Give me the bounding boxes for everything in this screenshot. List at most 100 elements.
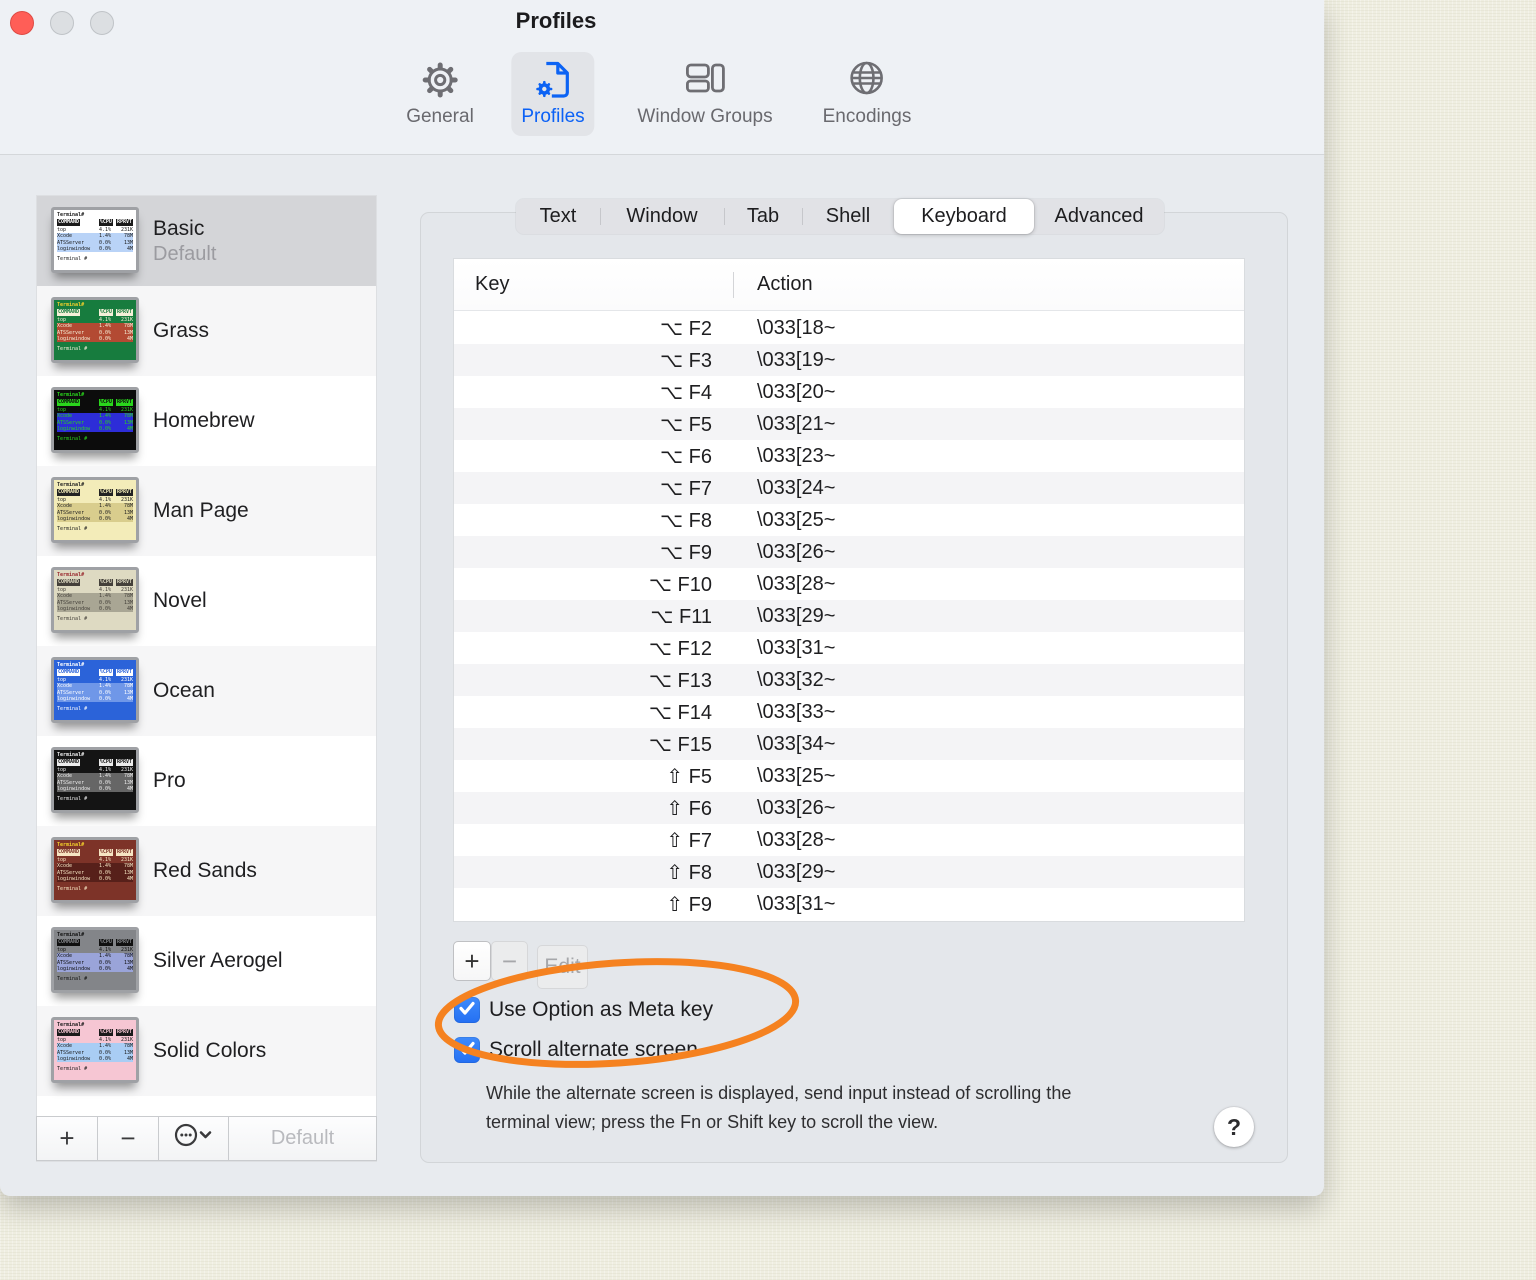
table-row[interactable]: ⌥ F5 \033[21~ bbox=[454, 408, 1244, 440]
key-cell: ⌥ F4 bbox=[660, 381, 712, 404]
edit-key-button[interactable]: Edit bbox=[537, 945, 588, 989]
thumbnail-row: loginwindow 0.0% 4M bbox=[57, 1056, 133, 1063]
table-row[interactable]: ⌥ F10 \033[28~ bbox=[454, 568, 1244, 600]
profile-list-item[interactable]: Terminal# COMMAND %CPU RPRVT top 4.1% 231K… bbox=[37, 556, 376, 646]
profile-list-item[interactable]: Terminal# COMMAND %CPU RPRVT top 4.1% 231K… bbox=[37, 286, 376, 376]
table-row[interactable]: ⌥ F9 \033[26~ bbox=[454, 536, 1244, 568]
profile-list-item[interactable]: Terminal# COMMAND %CPU RPRVT top 4.1% 231K… bbox=[37, 466, 376, 556]
profile-list-item[interactable]: Terminal# COMMAND %CPU RPRVT top 4.1% 231K… bbox=[37, 736, 376, 826]
window-title: Profiles bbox=[515, 8, 597, 33]
table-row[interactable]: ⌥ F11 \033[29~ bbox=[454, 600, 1244, 632]
scroll-alternate-screen-checkbox[interactable]: Scroll alternate screen bbox=[454, 1037, 698, 1063]
checkbox-checked[interactable] bbox=[454, 1037, 480, 1063]
action-cell: \033[28~ bbox=[757, 572, 836, 595]
tab-keyboard[interactable]: Keyboard bbox=[894, 199, 1034, 234]
plus-icon: + bbox=[59, 1123, 75, 1153]
action-cell: \033[26~ bbox=[757, 796, 836, 819]
tab-tab[interactable]: Tab bbox=[724, 199, 802, 234]
table-row[interactable]: ⌥ F13 \033[32~ bbox=[454, 664, 1244, 696]
action-cell: \033[23~ bbox=[757, 444, 836, 467]
profile-name: Red Sands bbox=[153, 859, 257, 882]
remove-key-button[interactable]: − bbox=[491, 941, 528, 981]
table-row[interactable]: ⌥ F6 \033[23~ bbox=[454, 440, 1244, 472]
action-cell: \033[32~ bbox=[757, 668, 836, 691]
tab-window[interactable]: Window bbox=[600, 199, 724, 234]
key-cell: ⇧ F6 bbox=[666, 797, 712, 820]
add-key-button[interactable]: + bbox=[453, 941, 491, 981]
table-row[interactable]: ⌥ F3 \033[19~ bbox=[454, 344, 1244, 376]
checkmark-icon bbox=[454, 995, 480, 1026]
column-divider[interactable] bbox=[733, 272, 734, 298]
checkbox-checked[interactable] bbox=[454, 997, 480, 1023]
table-row[interactable]: ⇧ F6 \033[26~ bbox=[454, 792, 1244, 824]
remove-profile-button[interactable]: − bbox=[98, 1117, 159, 1160]
help-button[interactable]: ? bbox=[1214, 1107, 1254, 1147]
set-default-button[interactable]: Default bbox=[229, 1117, 376, 1160]
toolbar-label: Profiles bbox=[521, 106, 585, 127]
use-option-as-meta-checkbox[interactable]: Use Option as Meta key bbox=[454, 997, 713, 1023]
action-cell: \033[26~ bbox=[757, 540, 836, 563]
toolbar-item-encodings[interactable]: Encodings bbox=[813, 52, 922, 136]
profile-document-icon bbox=[530, 56, 576, 104]
help-text-line: While the alternate screen is displayed,… bbox=[486, 1083, 1072, 1103]
profile-list-item[interactable]: Terminal# COMMAND %CPU RPRVT top 4.1% 231K… bbox=[37, 376, 376, 466]
column-header-action[interactable]: Action bbox=[757, 273, 813, 296]
toolbar-item-general[interactable]: General bbox=[396, 52, 484, 136]
profile-thumbnail: Terminal# COMMAND %CPU RPRVT top 4.1% 231K… bbox=[51, 567, 139, 633]
profile-list-item[interactable]: Terminal# COMMAND %CPU RPRVT top 4.1% 231K… bbox=[37, 196, 376, 286]
thumbnail-row: loginwindow 0.0% 4M bbox=[57, 246, 133, 253]
table-row[interactable]: ⌥ F12 \033[31~ bbox=[454, 632, 1244, 664]
profile-name: Ocean bbox=[153, 679, 215, 702]
profile-list-item[interactable]: Terminal# COMMAND %CPU RPRVT top 4.1% 231K… bbox=[37, 916, 376, 1006]
profile-name: Basic bbox=[153, 216, 205, 240]
toolbar-label: Window Groups bbox=[637, 106, 773, 127]
toolbar-label: Encodings bbox=[822, 106, 912, 127]
checkbox-label: Use Option as Meta key bbox=[489, 998, 714, 1021]
tab-text[interactable]: Text bbox=[516, 199, 600, 234]
column-header-key[interactable]: Key bbox=[475, 273, 509, 296]
profile-name: Silver Aerogel bbox=[153, 949, 283, 972]
key-cell: ⇧ F5 bbox=[666, 765, 712, 788]
table-row[interactable]: ⌥ F4 \033[20~ bbox=[454, 376, 1244, 408]
key-cell: ⌥ F13 bbox=[648, 669, 712, 692]
tab-shell[interactable]: Shell bbox=[802, 199, 894, 234]
profile-list-item[interactable]: Terminal# COMMAND %CPU RPRVT top 4.1% 231K… bbox=[37, 646, 376, 736]
profile-sidebar: Terminal# COMMAND %CPU RPRVT top 4.1% 231K… bbox=[36, 195, 377, 1162]
thumbnail-row: loginwindow 0.0% 4M bbox=[57, 966, 133, 973]
key-cell: ⌥ F15 bbox=[648, 733, 712, 756]
tab-advanced[interactable]: Advanced bbox=[1034, 199, 1164, 234]
add-profile-button[interactable]: + bbox=[37, 1117, 98, 1160]
profile-name: Solid Colors bbox=[153, 1039, 267, 1062]
profile-list-item[interactable]: Terminal# COMMAND %CPU RPRVT top 4.1% 231K… bbox=[37, 1006, 376, 1096]
table-row[interactable]: ⇧ F8 \033[29~ bbox=[454, 856, 1244, 888]
key-cell: ⌥ F10 bbox=[648, 573, 712, 596]
table-header: Key Action bbox=[454, 259, 1244, 311]
table-row[interactable]: ⇧ F5 \033[25~ bbox=[454, 760, 1244, 792]
thumbnail-row: loginwindow 0.0% 4M bbox=[57, 696, 133, 703]
table-row[interactable]: ⌥ F7 \033[24~ bbox=[454, 472, 1244, 504]
profile-list-item[interactable]: Terminal# COMMAND %CPU RPRVT top 4.1% 231K… bbox=[37, 826, 376, 916]
toolbar-item-profiles[interactable]: Profiles bbox=[511, 52, 595, 136]
toolbar-label: General bbox=[406, 106, 474, 127]
key-cell: ⌥ F14 bbox=[648, 701, 712, 724]
thumbnail-row: loginwindow 0.0% 4M bbox=[57, 606, 133, 613]
key-cell: ⇧ F7 bbox=[666, 829, 712, 852]
toolbar-item-window-groups[interactable]: Window Groups bbox=[627, 52, 782, 136]
table-row[interactable]: ⇧ F7 \033[28~ bbox=[454, 824, 1244, 856]
action-cell: \033[34~ bbox=[757, 732, 836, 755]
table-row[interactable]: ⇧ F9 \033[31~ bbox=[454, 888, 1244, 920]
preferences-window: Profiles General Profiles Window Groups … bbox=[0, 0, 1324, 1196]
thumbnail-row: loginwindow 0.0% 4M bbox=[57, 426, 133, 433]
table-row[interactable]: ⌥ F2 \033[18~ bbox=[454, 312, 1244, 344]
profile-name: Novel bbox=[153, 589, 207, 612]
action-cell: \033[18~ bbox=[757, 316, 836, 339]
table-row[interactable]: ⌥ F8 \033[25~ bbox=[454, 504, 1244, 536]
more-options-button[interactable] bbox=[159, 1117, 229, 1160]
table-row[interactable]: ⌥ F14 \033[33~ bbox=[454, 696, 1244, 728]
thumbnail-row: loginwindow 0.0% 4M bbox=[57, 336, 133, 343]
profile-tab-bar: Text Window Tab Shell Keyboard Advanced bbox=[516, 199, 1164, 234]
action-cell: \033[20~ bbox=[757, 380, 836, 403]
sidebar-footer-bar: + − Default bbox=[36, 1116, 377, 1161]
action-cell: \033[28~ bbox=[757, 828, 836, 851]
table-row[interactable]: ⌥ F15 \033[34~ bbox=[454, 728, 1244, 760]
